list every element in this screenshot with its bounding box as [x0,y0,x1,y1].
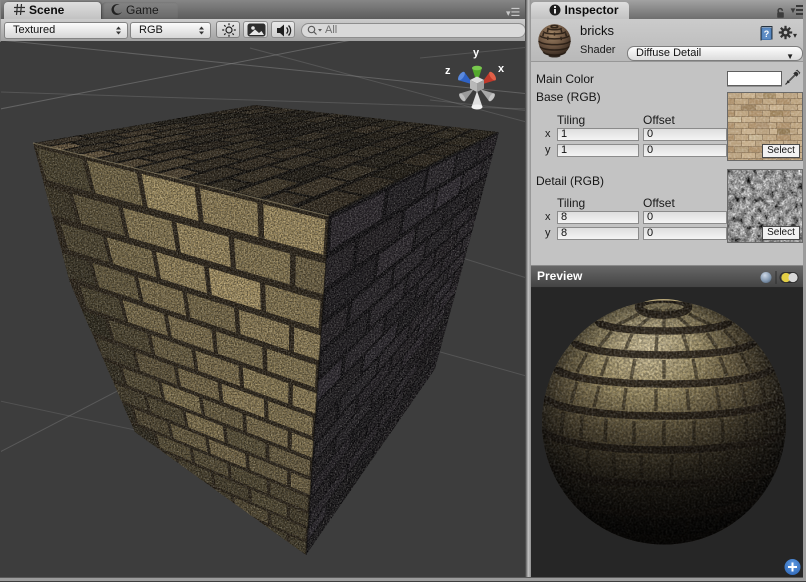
svg-text:y: y [473,47,480,59]
svg-text:z: z [445,65,451,77]
svg-text:x: x [498,63,505,75]
svg-text:?: ? [764,29,770,39]
